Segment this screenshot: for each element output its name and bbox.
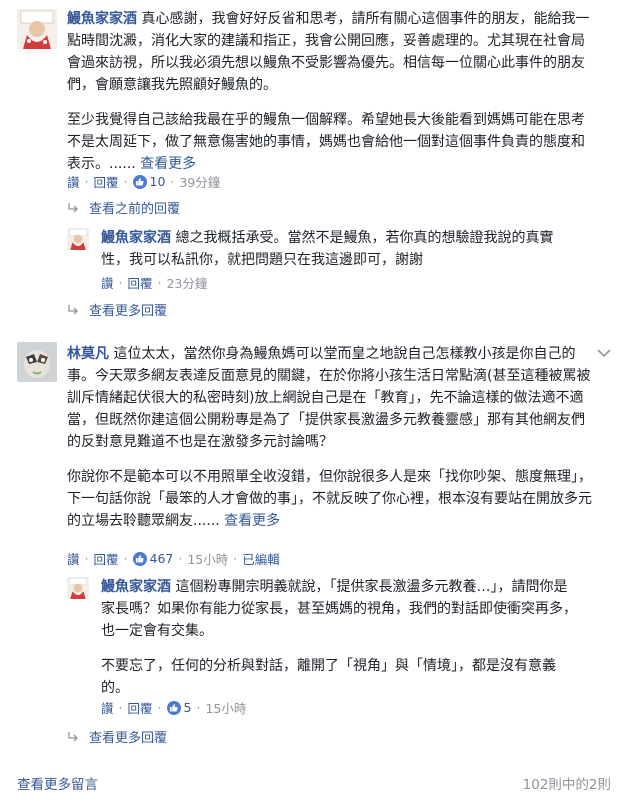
reply-body: 鰻魚家家酒 這個粉專開宗明義就說，「提供家長激盪多元教養…」，請問你是家長嗎？如… <box>101 576 581 699</box>
timestamp[interactable]: 39分鐘 <box>179 172 220 191</box>
thumbs-up-icon <box>132 551 147 566</box>
comments-section: 鰻魚家家酒 真心感謝，我會好好反省和思考，請所有關心這個事件的朋友，能給我一點時… <box>0 0 625 803</box>
like-button[interactable]: 讚 <box>101 698 114 717</box>
comment-body: 林莫凡 這位太太，當然你身為鰻魚媽可以堂而皇之地說自己怎樣教小孩是你自己的事。今… <box>67 343 592 532</box>
view-previous-replies-link[interactable]: 查看之前的回覆 <box>67 198 180 217</box>
comment-author[interactable]: 鰻魚家家酒 <box>67 11 137 27</box>
reply-arrow-icon <box>68 731 78 741</box>
reply-actions: 讚 · 回覆 · 23分鐘 <box>101 273 208 292</box>
reply-avatar[interactable] <box>67 228 89 250</box>
comment-text: 你說你不是範本可以不用照單全收沒錯，但你說很多人是來「找你吵架、態度無理」，下一… <box>67 469 592 529</box>
like-button[interactable]: 讚 <box>101 273 114 292</box>
view-more-comments-link[interactable]: 查看更多留言 <box>17 773 98 793</box>
thumbs-up-icon <box>166 700 181 715</box>
reply-arrow-icon <box>68 304 78 314</box>
reply-author[interactable]: 鰻魚家家酒 <box>101 579 171 595</box>
see-more-link[interactable]: 查看更多 <box>140 156 196 172</box>
timestamp[interactable]: 23分鐘 <box>167 273 208 292</box>
avatar[interactable] <box>17 342 57 382</box>
view-previous-replies-label: 查看之前的回覆 <box>89 202 181 217</box>
reply-text: 不要忘了，任何的分析與對話，離開了「視角」與「情境」，都是沒有意義的。 <box>101 658 556 696</box>
view-more-replies-link[interactable]: 查看更多回覆 <box>67 300 167 319</box>
reply-avatar[interactable] <box>67 577 89 599</box>
view-more-replies-label: 查看更多回覆 <box>89 731 168 746</box>
reply-button[interactable]: 回覆 <box>94 549 119 568</box>
reply-button[interactable]: 回覆 <box>128 698 153 717</box>
comment-count: 102則中的2則 <box>522 777 611 793</box>
reply-button[interactable]: 回覆 <box>128 273 153 292</box>
comment-body: 鰻魚家家酒 真心感謝，我會好好反省和思考，請所有關心這個事件的朋友，能給我一點時… <box>67 8 592 175</box>
see-more-link[interactable]: 查看更多 <box>224 513 280 529</box>
edited-label[interactable]: 已編輯 <box>242 549 280 568</box>
thumbs-up-icon <box>132 174 147 189</box>
comment-text: 真心感謝，我會好好反省和思考，請所有關心這個事件的朋友，能給我一點時間沈澱，消化… <box>67 11 590 93</box>
chevron-down-icon[interactable] <box>597 348 611 358</box>
view-more-replies-label: 查看更多回覆 <box>89 304 168 319</box>
timestamp[interactable]: 15小時 <box>187 549 228 568</box>
reply-body: 鰻魚家家酒 總之我概括承受。當然不是鰻魚，若你真的想驗證我說的真實性，我可以私訊… <box>101 227 569 271</box>
like-count-badge[interactable]: 467 <box>132 551 174 566</box>
like-count: 467 <box>149 551 174 566</box>
like-count-badge[interactable]: 10 <box>132 174 166 189</box>
reply-author[interactable]: 鰻魚家家酒 <box>101 230 171 246</box>
reply-text: 這個粉專開宗明義就說，「提供家長激盪多元教養…」，請問你是家長嗎？如果你有能力從… <box>101 579 577 639</box>
reply-arrow-icon <box>68 202 78 212</box>
avatar[interactable] <box>17 9 57 49</box>
reply-actions: 讚 · 回覆 · 5 · 15小時 <box>101 698 247 717</box>
like-count: 5 <box>183 700 192 715</box>
like-count-badge[interactable]: 5 <box>166 700 192 715</box>
comment-actions: 讚 · 回覆 · 467 · 15小時 · 已編輯 <box>67 549 280 568</box>
like-button[interactable]: 讚 <box>67 172 80 191</box>
reply-button[interactable]: 回覆 <box>94 172 119 191</box>
timestamp[interactable]: 15小時 <box>205 698 246 717</box>
view-more-replies-link[interactable]: 查看更多回覆 <box>67 727 167 746</box>
comment-text: 這位太太，當然你身為鰻魚媽可以堂而皇之地說自己怎樣教小孩是你自己的事。今天眾多網… <box>67 346 591 450</box>
like-count: 10 <box>149 174 166 189</box>
like-button[interactable]: 讚 <box>67 549 80 568</box>
comment-author[interactable]: 林莫凡 <box>67 346 109 362</box>
comment-actions: 讚 · 回覆 · 10 · 39分鐘 <box>67 172 221 191</box>
